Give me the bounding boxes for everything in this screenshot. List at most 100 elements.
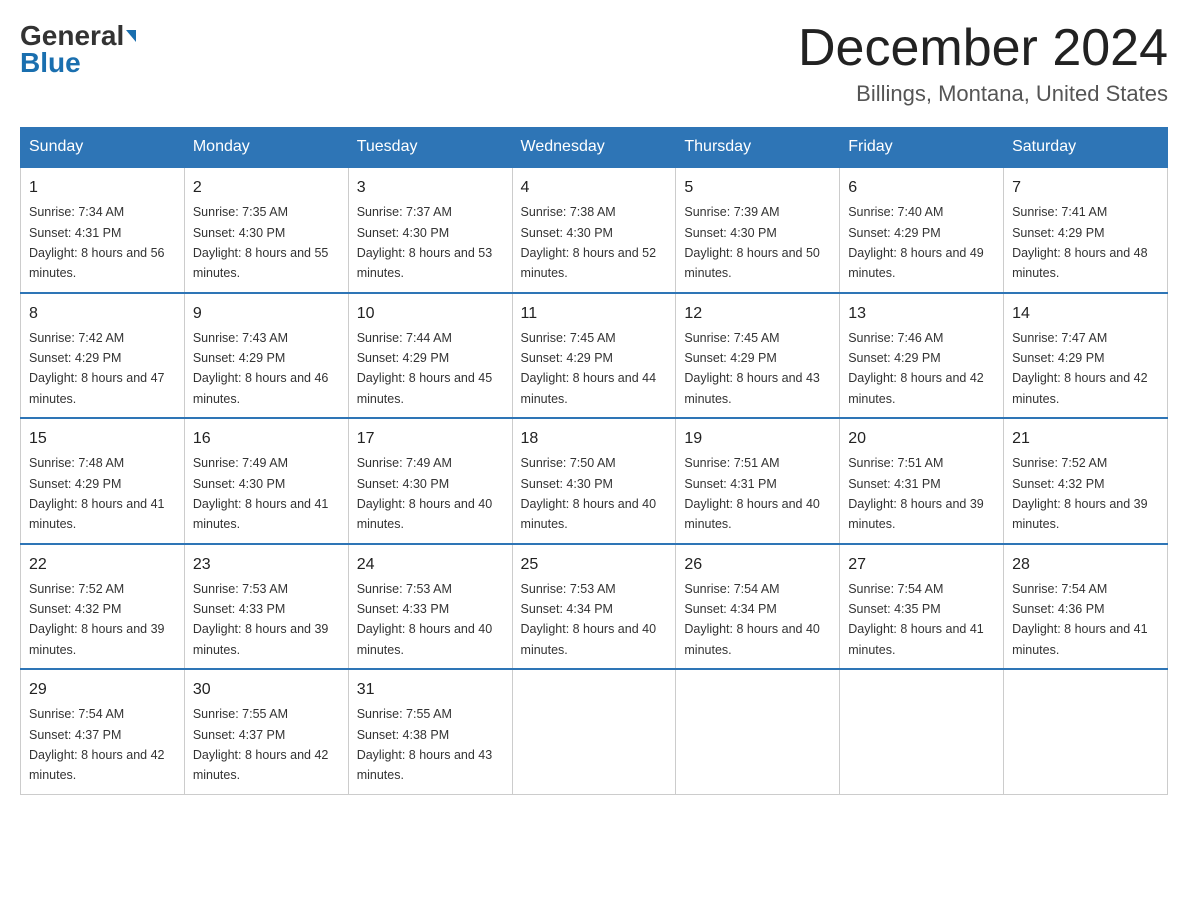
page-header: General Blue December 2024 Billings, Mon… <box>20 20 1168 107</box>
day-number: 30 <box>193 678 340 702</box>
day-number: 24 <box>357 553 504 577</box>
day-info: Sunrise: 7:40 AMSunset: 4:29 PMDaylight:… <box>848 205 984 280</box>
day-cell-30: 30 Sunrise: 7:55 AMSunset: 4:37 PMDaylig… <box>184 669 348 794</box>
day-number: 20 <box>848 427 995 451</box>
day-number: 8 <box>29 302 176 326</box>
day-number: 18 <box>521 427 668 451</box>
day-number: 26 <box>684 553 831 577</box>
day-info: Sunrise: 7:53 AMSunset: 4:33 PMDaylight:… <box>193 582 329 657</box>
empty-cell-w4-d3 <box>512 669 676 794</box>
calendar-body: 1 Sunrise: 7:34 AMSunset: 4:31 PMDayligh… <box>21 167 1168 794</box>
logo: General Blue <box>20 20 136 79</box>
day-number: 17 <box>357 427 504 451</box>
day-info: Sunrise: 7:35 AMSunset: 4:30 PMDaylight:… <box>193 205 329 280</box>
day-info: Sunrise: 7:47 AMSunset: 4:29 PMDaylight:… <box>1012 331 1148 406</box>
day-number: 3 <box>357 176 504 200</box>
day-info: Sunrise: 7:42 AMSunset: 4:29 PMDaylight:… <box>29 331 165 406</box>
day-cell-16: 16 Sunrise: 7:49 AMSunset: 4:30 PMDaylig… <box>184 418 348 544</box>
day-info: Sunrise: 7:45 AMSunset: 4:29 PMDaylight:… <box>521 331 657 406</box>
day-info: Sunrise: 7:41 AMSunset: 4:29 PMDaylight:… <box>1012 205 1148 280</box>
calendar-table: SundayMondayTuesdayWednesdayThursdayFrid… <box>20 127 1168 795</box>
day-cell-13: 13 Sunrise: 7:46 AMSunset: 4:29 PMDaylig… <box>840 293 1004 419</box>
day-number: 2 <box>193 176 340 200</box>
day-info: Sunrise: 7:54 AMSunset: 4:35 PMDaylight:… <box>848 582 984 657</box>
day-info: Sunrise: 7:51 AMSunset: 4:31 PMDaylight:… <box>684 456 820 531</box>
day-number: 25 <box>521 553 668 577</box>
day-number: 28 <box>1012 553 1159 577</box>
week-row-2: 8 Sunrise: 7:42 AMSunset: 4:29 PMDayligh… <box>21 293 1168 419</box>
empty-cell-w4-d5 <box>840 669 1004 794</box>
day-info: Sunrise: 7:54 AMSunset: 4:36 PMDaylight:… <box>1012 582 1148 657</box>
day-info: Sunrise: 7:39 AMSunset: 4:30 PMDaylight:… <box>684 205 820 280</box>
header-wednesday: Wednesday <box>512 128 676 168</box>
day-info: Sunrise: 7:49 AMSunset: 4:30 PMDaylight:… <box>357 456 493 531</box>
week-row-3: 15 Sunrise: 7:48 AMSunset: 4:29 PMDaylig… <box>21 418 1168 544</box>
day-cell-2: 2 Sunrise: 7:35 AMSunset: 4:30 PMDayligh… <box>184 167 348 293</box>
day-number: 11 <box>521 302 668 326</box>
day-cell-20: 20 Sunrise: 7:51 AMSunset: 4:31 PMDaylig… <box>840 418 1004 544</box>
day-info: Sunrise: 7:52 AMSunset: 4:32 PMDaylight:… <box>1012 456 1148 531</box>
day-info: Sunrise: 7:34 AMSunset: 4:31 PMDaylight:… <box>29 205 165 280</box>
day-cell-25: 25 Sunrise: 7:53 AMSunset: 4:34 PMDaylig… <box>512 544 676 670</box>
day-number: 31 <box>357 678 504 702</box>
day-info: Sunrise: 7:38 AMSunset: 4:30 PMDaylight:… <box>521 205 657 280</box>
day-info: Sunrise: 7:37 AMSunset: 4:30 PMDaylight:… <box>357 205 493 280</box>
day-number: 1 <box>29 176 176 200</box>
empty-cell-w4-d6 <box>1004 669 1168 794</box>
header-tuesday: Tuesday <box>348 128 512 168</box>
day-info: Sunrise: 7:46 AMSunset: 4:29 PMDaylight:… <box>848 331 984 406</box>
day-cell-14: 14 Sunrise: 7:47 AMSunset: 4:29 PMDaylig… <box>1004 293 1168 419</box>
day-cell-29: 29 Sunrise: 7:54 AMSunset: 4:37 PMDaylig… <box>21 669 185 794</box>
day-number: 19 <box>684 427 831 451</box>
day-info: Sunrise: 7:53 AMSunset: 4:33 PMDaylight:… <box>357 582 493 657</box>
day-info: Sunrise: 7:43 AMSunset: 4:29 PMDaylight:… <box>193 331 329 406</box>
day-cell-21: 21 Sunrise: 7:52 AMSunset: 4:32 PMDaylig… <box>1004 418 1168 544</box>
day-number: 29 <box>29 678 176 702</box>
day-cell-17: 17 Sunrise: 7:49 AMSunset: 4:30 PMDaylig… <box>348 418 512 544</box>
day-info: Sunrise: 7:54 AMSunset: 4:34 PMDaylight:… <box>684 582 820 657</box>
empty-cell-w4-d4 <box>676 669 840 794</box>
day-number: 12 <box>684 302 831 326</box>
day-cell-22: 22 Sunrise: 7:52 AMSunset: 4:32 PMDaylig… <box>21 544 185 670</box>
day-number: 16 <box>193 427 340 451</box>
day-cell-23: 23 Sunrise: 7:53 AMSunset: 4:33 PMDaylig… <box>184 544 348 670</box>
day-number: 21 <box>1012 427 1159 451</box>
day-cell-11: 11 Sunrise: 7:45 AMSunset: 4:29 PMDaylig… <box>512 293 676 419</box>
day-cell-12: 12 Sunrise: 7:45 AMSunset: 4:29 PMDaylig… <box>676 293 840 419</box>
day-info: Sunrise: 7:55 AMSunset: 4:37 PMDaylight:… <box>193 707 329 782</box>
day-number: 14 <box>1012 302 1159 326</box>
day-number: 7 <box>1012 176 1159 200</box>
day-cell-5: 5 Sunrise: 7:39 AMSunset: 4:30 PMDayligh… <box>676 167 840 293</box>
header-sunday: Sunday <box>21 128 185 168</box>
day-info: Sunrise: 7:44 AMSunset: 4:29 PMDaylight:… <box>357 331 493 406</box>
day-number: 23 <box>193 553 340 577</box>
day-cell-9: 9 Sunrise: 7:43 AMSunset: 4:29 PMDayligh… <box>184 293 348 419</box>
week-row-4: 22 Sunrise: 7:52 AMSunset: 4:32 PMDaylig… <box>21 544 1168 670</box>
logo-arrow-icon <box>126 30 136 42</box>
day-number: 27 <box>848 553 995 577</box>
day-number: 22 <box>29 553 176 577</box>
day-number: 13 <box>848 302 995 326</box>
day-cell-19: 19 Sunrise: 7:51 AMSunset: 4:31 PMDaylig… <box>676 418 840 544</box>
logo-blue-text: Blue <box>20 47 81 79</box>
day-number: 9 <box>193 302 340 326</box>
calendar-header: SundayMondayTuesdayWednesdayThursdayFrid… <box>21 128 1168 168</box>
day-cell-18: 18 Sunrise: 7:50 AMSunset: 4:30 PMDaylig… <box>512 418 676 544</box>
days-of-week-row: SundayMondayTuesdayWednesdayThursdayFrid… <box>21 128 1168 168</box>
day-info: Sunrise: 7:52 AMSunset: 4:32 PMDaylight:… <box>29 582 165 657</box>
day-info: Sunrise: 7:53 AMSunset: 4:34 PMDaylight:… <box>521 582 657 657</box>
week-row-1: 1 Sunrise: 7:34 AMSunset: 4:31 PMDayligh… <box>21 167 1168 293</box>
day-cell-6: 6 Sunrise: 7:40 AMSunset: 4:29 PMDayligh… <box>840 167 1004 293</box>
day-info: Sunrise: 7:50 AMSunset: 4:30 PMDaylight:… <box>521 456 657 531</box>
day-number: 6 <box>848 176 995 200</box>
month-title: December 2024 <box>798 20 1168 77</box>
day-info: Sunrise: 7:51 AMSunset: 4:31 PMDaylight:… <box>848 456 984 531</box>
day-info: Sunrise: 7:49 AMSunset: 4:30 PMDaylight:… <box>193 456 329 531</box>
header-friday: Friday <box>840 128 1004 168</box>
day-info: Sunrise: 7:45 AMSunset: 4:29 PMDaylight:… <box>684 331 820 406</box>
day-cell-3: 3 Sunrise: 7:37 AMSunset: 4:30 PMDayligh… <box>348 167 512 293</box>
day-cell-10: 10 Sunrise: 7:44 AMSunset: 4:29 PMDaylig… <box>348 293 512 419</box>
day-cell-15: 15 Sunrise: 7:48 AMSunset: 4:29 PMDaylig… <box>21 418 185 544</box>
day-info: Sunrise: 7:54 AMSunset: 4:37 PMDaylight:… <box>29 707 165 782</box>
week-row-5: 29 Sunrise: 7:54 AMSunset: 4:37 PMDaylig… <box>21 669 1168 794</box>
